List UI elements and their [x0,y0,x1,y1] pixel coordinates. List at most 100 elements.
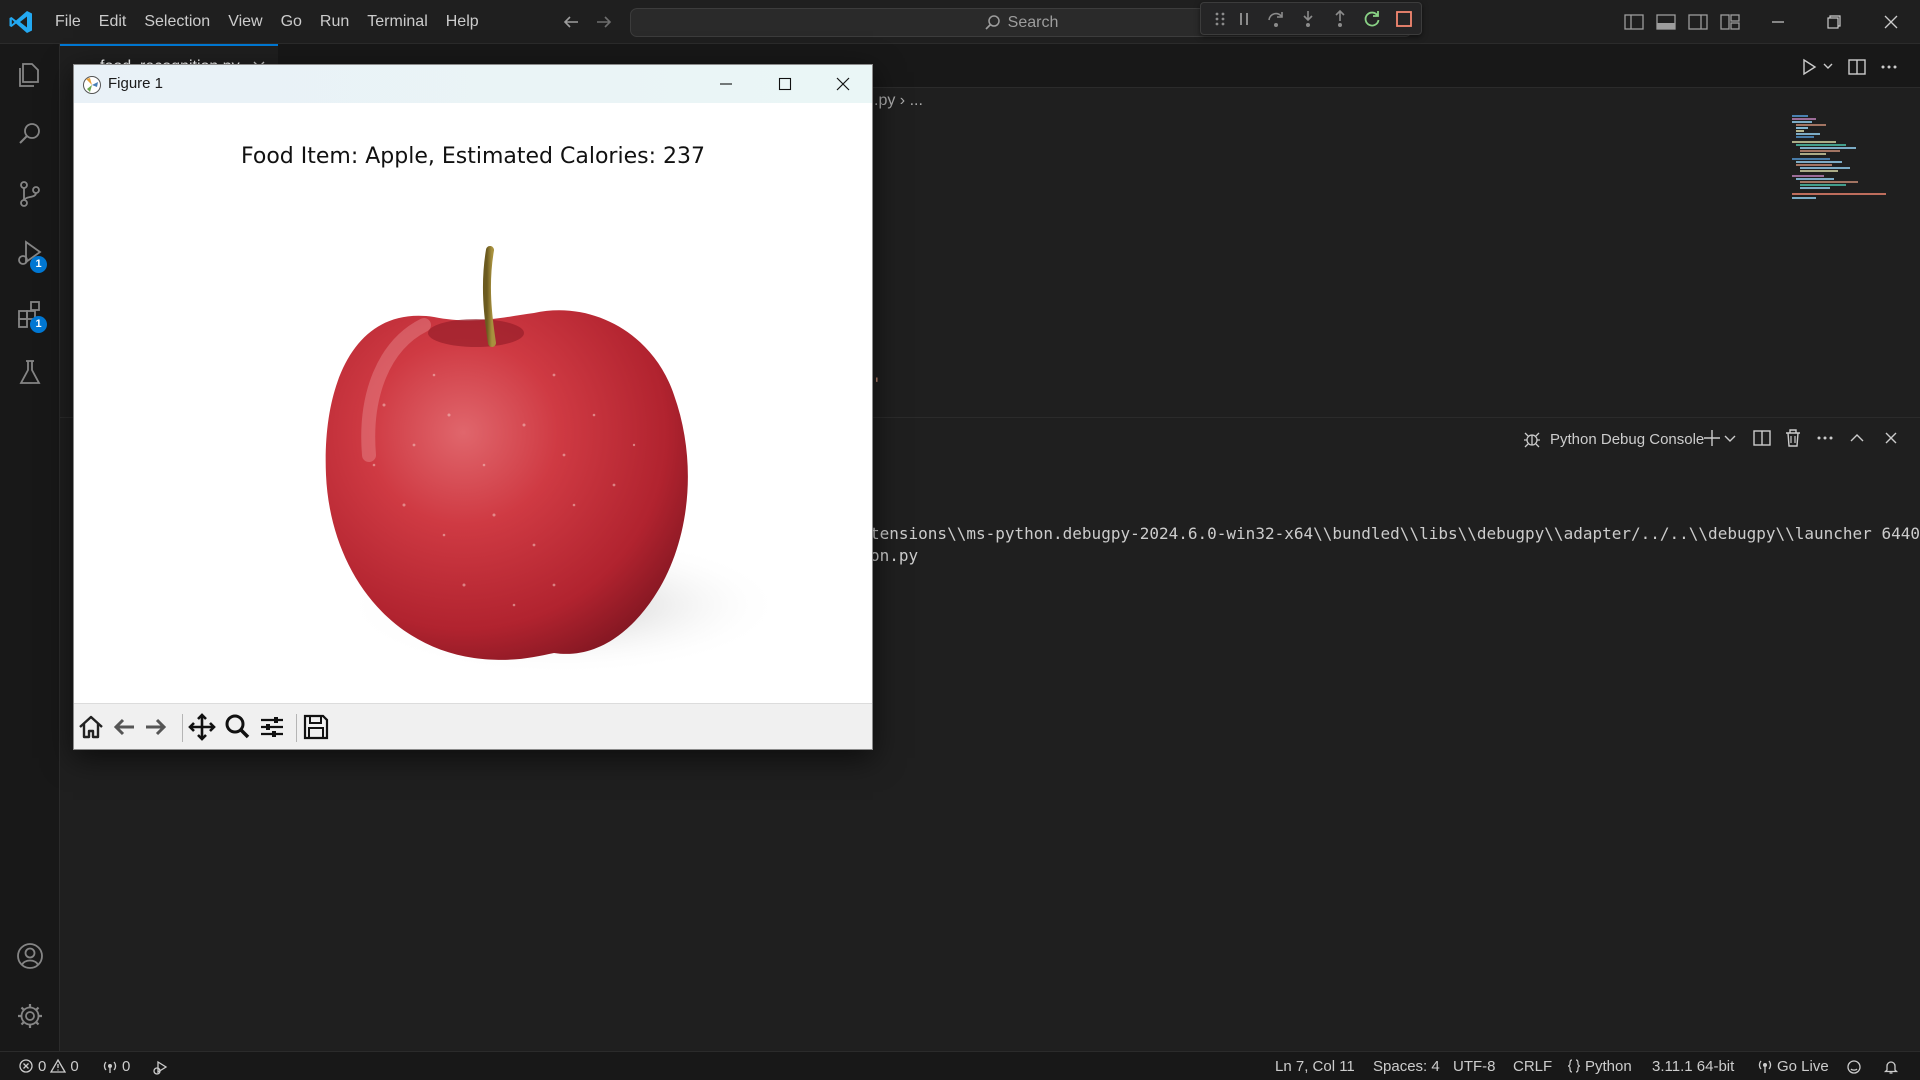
step-out-icon[interactable] [1329,8,1351,30]
debug-run-status-icon[interactable] [152,1058,170,1076]
home-icon[interactable] [76,712,106,742]
forward-icon[interactable] [141,712,171,742]
customize-layout-icon[interactable] [1718,10,1742,34]
apple-image [325,246,774,675]
toggle-primary-sidebar-icon[interactable] [1622,10,1646,34]
extensions-badge: 1 [30,316,47,333]
ports-indicator[interactable]: 0 [102,1052,130,1080]
toggle-panel-icon[interactable] [1654,10,1678,34]
kill-terminal-trash-icon[interactable] [1781,426,1805,450]
terminal-selector[interactable]: Python Debug Console [1522,424,1704,454]
debug-toolbar [1200,2,1422,35]
search-placeholder: Search [1007,13,1059,31]
search-icon [985,14,1000,30]
warning-icon [50,1058,67,1073]
figure-window: Figure 1 Food Item: Apple, Estimated Cal… [73,64,873,750]
window-minimize-icon[interactable] [1766,10,1790,34]
broadcast-icon [103,1061,117,1073]
run-python-file-icon[interactable] [1798,56,1820,78]
notifications-bell-icon[interactable] [1882,1058,1900,1076]
menu-file[interactable]: File [46,0,90,44]
run-options-chevron-icon[interactable] [1820,58,1836,74]
terminal-options-chevron-icon[interactable] [1722,426,1738,450]
language-label: Python [1585,1057,1632,1075]
back-icon[interactable] [109,712,139,742]
save-figure-icon[interactable] [301,712,331,742]
toolbar-separator [182,714,183,742]
source-control-icon[interactable] [14,178,46,210]
terminal-line: on.py [870,546,919,565]
matplotlib-logo-icon [83,76,101,94]
pause-icon[interactable] [1233,8,1255,30]
error-count: 0 [38,1057,47,1075]
new-terminal-icon[interactable] [1700,426,1724,450]
title-bar: File Edit Selection View Go Run Terminal… [0,0,1920,44]
close-panel-icon[interactable] [1879,426,1903,450]
menu-terminal[interactable]: Terminal [358,0,436,44]
menu-view[interactable]: View [219,0,271,44]
panel-more-icon[interactable] [1813,426,1837,450]
warning-count: 0 [70,1057,79,1075]
debug-bug-icon [1524,432,1540,448]
python-interpreter[interactable]: 3.11.1 64-bit [1652,1052,1734,1080]
menu-selection[interactable]: Selection [135,0,219,44]
window-close-icon[interactable] [1879,10,1903,34]
stop-icon[interactable] [1393,8,1415,30]
go-live-button[interactable]: Go Live [1757,1052,1829,1080]
menu-edit[interactable]: Edit [90,0,136,44]
menu-run[interactable]: Run [311,0,358,44]
menu-help[interactable]: Help [437,0,488,44]
breadcrumb-file[interactable]: .py [874,92,895,109]
cursor-position[interactable]: Ln 7, Col 11 [1275,1052,1355,1080]
explorer-icon[interactable] [14,58,46,90]
menu-bar: File Edit Selection View Go Run Terminal… [46,0,488,44]
status-bar: 0 0 0 Ln 7, Col 11 Spaces: 4 UTF-8 CRLF … [0,1051,1920,1080]
error-icon [19,1059,33,1073]
window-restore-icon[interactable] [1822,10,1846,34]
figure-window-title: Figure 1 [108,75,164,92]
pan-icon[interactable] [187,712,217,742]
breadcrumb-symbol[interactable]: ... [910,92,923,109]
drag-handle-icon[interactable] [1209,8,1231,30]
figure-minimize-icon[interactable] [714,72,738,96]
zoom-icon[interactable] [222,712,252,742]
menu-go[interactable]: Go [272,0,311,44]
split-editor-icon[interactable] [1846,56,1868,78]
code-fragment: ' [872,374,882,393]
run-debug-badge: 1 [30,256,47,273]
figure-maximize-icon[interactable] [773,72,797,96]
account-icon[interactable] [14,940,46,972]
indentation[interactable]: Spaces: 4 [1373,1052,1440,1080]
breadcrumb-separator: › [899,92,910,109]
problems-indicator[interactable]: 0 0 [18,1052,79,1080]
toggle-secondary-sidebar-icon[interactable] [1686,10,1710,34]
figure-close-icon[interactable] [831,72,855,96]
minimap[interactable] [1786,112,1896,212]
feedback-icon[interactable] [1845,1058,1863,1076]
language-mode[interactable]: Python [1567,1052,1632,1080]
toolbar-separator [296,714,297,742]
terminal-line: tensions\\ms-python.debugpy-2024.6.0-win… [870,524,1920,543]
ports-count: 0 [122,1057,131,1075]
encoding[interactable]: UTF-8 [1453,1052,1496,1080]
search-view-icon[interactable] [14,118,46,150]
maximize-panel-icon[interactable] [1845,426,1869,450]
back-arrow-icon[interactable] [559,10,583,34]
vscode-logo-icon [9,11,32,33]
forward-arrow-icon[interactable] [592,10,616,34]
activity-bar: 1 1 [0,44,60,1051]
configure-subplots-icon[interactable] [257,712,287,742]
broadcast-live-icon [1758,1060,1772,1073]
testing-flask-icon[interactable] [14,356,46,388]
split-terminal-icon[interactable] [1750,426,1774,450]
figure-title-bar[interactable]: Figure 1 [74,65,872,103]
more-actions-icon[interactable] [1878,56,1900,78]
step-over-icon[interactable] [1265,8,1287,30]
breadcrumb: .py › ... [874,92,923,110]
restart-icon[interactable] [1361,8,1383,30]
braces-icon [1567,1059,1581,1073]
step-into-icon[interactable] [1297,8,1319,30]
terminal-name: Python Debug Console [1550,430,1705,448]
manage-gear-icon[interactable] [14,1000,46,1032]
line-ending[interactable]: CRLF [1513,1052,1552,1080]
